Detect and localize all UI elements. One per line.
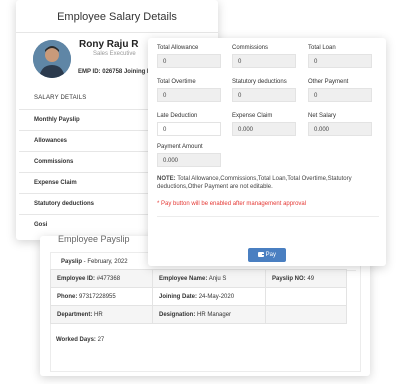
pay-button[interactable]: Pay: [248, 248, 286, 262]
table-cell: Payslip NO: 49: [265, 269, 347, 288]
menu-item-label: Monthly Payslip: [34, 117, 80, 123]
salary-details-section-header: SALARY DETAILS: [34, 95, 87, 101]
payslip-title: Employee Payslip: [58, 234, 130, 244]
payslip-table: Employee ID: #477368 Employee Name: Anju…: [50, 269, 347, 324]
cell-value: HR: [94, 311, 103, 318]
commissions-field: 0: [232, 54, 296, 68]
emp-id-value: 026758: [102, 69, 123, 75]
menu-item-label: Statutory deductions: [34, 201, 95, 207]
divider: [157, 216, 379, 217]
field-label: Total Overtime: [157, 79, 196, 85]
emp-id-label: EMP ID:: [78, 69, 101, 75]
total-allowance-field: 0: [157, 54, 221, 68]
field-label: Late Deduction: [157, 113, 198, 119]
note-label: NOTE:: [157, 176, 176, 182]
table-cell: Employee ID: #477368: [50, 269, 153, 288]
cell-label: Phone:: [57, 293, 78, 300]
employee-name: Rony Raju R: [79, 39, 139, 50]
table-row: Phone: 97317228955 Joining Date: 24-May-…: [50, 287, 347, 306]
net-salary-field: 0.000: [308, 122, 372, 136]
late-deduction-input[interactable]: 0: [157, 122, 221, 136]
statutory-deductions-field: 0: [232, 88, 296, 102]
menu-item-label: Expense Claim: [34, 180, 77, 186]
menu-item-label: Gosi: [34, 222, 48, 228]
cell-value: #477368: [96, 275, 121, 282]
menu-item-label: Allowances: [34, 138, 68, 144]
table-row: Employee ID: #477368 Employee Name: Anju…: [50, 269, 347, 288]
cell-value: Anju S: [208, 275, 227, 282]
cell-value: HR Manager: [197, 311, 232, 318]
field-label: Total Loan: [308, 45, 336, 51]
divider: [16, 32, 218, 33]
payslip-header: Payslip - February, 2022: [61, 259, 128, 265]
note-text: NOTE: Total Allowance,Commissions,Total …: [157, 175, 379, 191]
field-label: Payment Amount: [157, 144, 203, 150]
approval-warning: * Pay button will be enabled after manag…: [157, 201, 307, 207]
worked-days: Worked Days: 27: [56, 337, 104, 343]
worked-days-value: 27: [97, 337, 105, 343]
payslip-header-label: Payslip: [61, 259, 83, 265]
table-cell: Department: HR: [50, 305, 153, 324]
cell-label: Joining Date:: [159, 293, 198, 300]
field-label: Commissions: [232, 45, 269, 51]
note-body: Total Allowance,Commissions,Total Loan,T…: [157, 176, 352, 190]
expense-claim-field: 0.000: [232, 122, 296, 136]
field-label: Statutory deductions: [232, 79, 287, 85]
cell-label: Payslip NO:: [272, 275, 306, 282]
table-cell: Joining Date: 24-May-2020: [152, 287, 266, 306]
total-overtime-field: 0: [157, 88, 221, 102]
other-payment-field: 0: [308, 88, 372, 102]
table-row: Department: HR Designation: HR Manager: [50, 305, 347, 324]
avatar: [33, 40, 71, 78]
cell-value: 49: [307, 275, 315, 282]
wallet-icon: [257, 251, 264, 258]
cell-value: 24-May-2020: [198, 293, 235, 300]
table-cell: [265, 287, 347, 306]
table-cell: Phone: 97317228955: [50, 287, 153, 306]
cell-label: Employee ID:: [57, 275, 96, 282]
cell-value: 97317228955: [79, 293, 116, 300]
table-cell: [265, 305, 347, 324]
field-label: Net Salary: [308, 113, 337, 119]
worked-days-label: Worked Days:: [56, 337, 96, 343]
cell-label: Employee Name:: [159, 275, 208, 282]
menu-item-label: Commissions: [34, 159, 74, 165]
salary-form-card: Total Allowance 0 Commissions 0 Total Lo…: [148, 38, 386, 266]
field-label: Expense Claim: [232, 113, 273, 119]
table-cell: Designation: HR Manager: [152, 305, 266, 324]
cell-label: Designation:: [159, 311, 196, 318]
field-label: Total Allowance: [157, 45, 199, 51]
pay-button-label: Pay: [265, 252, 276, 258]
total-loan-field: 0: [308, 54, 372, 68]
payment-amount-field: 0.000: [157, 153, 221, 167]
table-cell: Employee Name: Anju S: [152, 269, 266, 288]
salary-details-title: Employee Salary Details: [57, 11, 177, 23]
payslip-period: February, 2022: [87, 259, 128, 265]
employee-role: Sales Executive: [93, 51, 136, 57]
employee-meta: EMP ID: 026758 Joining Da: [78, 69, 155, 75]
cell-label: Department:: [57, 311, 93, 318]
field-label: Other Payment: [308, 79, 349, 85]
